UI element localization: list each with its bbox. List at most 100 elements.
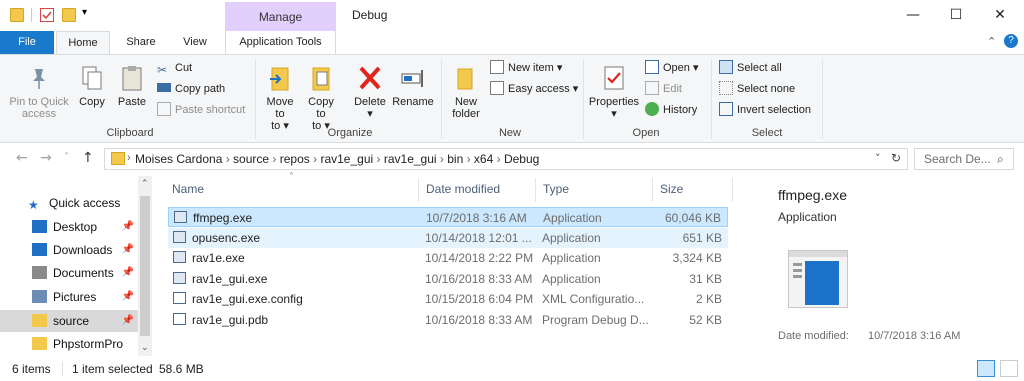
tab-application-tools[interactable]: Application Tools bbox=[225, 31, 336, 54]
tab-view[interactable]: View bbox=[170, 31, 220, 54]
large-icons-view-icon[interactable] bbox=[1000, 360, 1018, 377]
pin-icon[interactable]: 📌 bbox=[122, 239, 134, 261]
maximize-button[interactable]: ☐ bbox=[936, 4, 976, 26]
customize-toolbar-icon[interactable]: ▾ bbox=[82, 7, 96, 21]
sidebar-item-downloads[interactable]: Downloads 📌 bbox=[0, 239, 138, 261]
properties-button[interactable]: Properties ▾ bbox=[588, 63, 640, 120]
sidebar-item-source[interactable]: source 📌 bbox=[0, 310, 138, 332]
table-row[interactable]: rav1e_gui.exe 10/16/2018 8:33 AM Applicati… bbox=[168, 269, 728, 289]
breadcrumb-item[interactable]: Moises Cardona bbox=[135, 152, 222, 166]
pin-icon[interactable]: 📌 bbox=[122, 262, 134, 284]
cell-name: rav1e.exe bbox=[192, 251, 245, 266]
tab-file[interactable]: File bbox=[0, 31, 54, 54]
breadcrumb-item[interactable]: rav1e_gui bbox=[320, 152, 373, 166]
paste-icon bbox=[118, 63, 146, 93]
open-icon bbox=[645, 60, 659, 74]
scroll-up-icon[interactable]: ⌃ bbox=[141, 178, 149, 189]
chevron-right-icon[interactable]: › bbox=[269, 152, 280, 166]
breadcrumb-item[interactable]: repos bbox=[280, 152, 310, 166]
sidebar-item-documents[interactable]: Documents 📌 bbox=[0, 262, 138, 284]
details-view-icon[interactable] bbox=[977, 360, 995, 377]
column-date-modified[interactable]: Date modified bbox=[426, 182, 500, 196]
pin-icon[interactable]: 📌 bbox=[122, 216, 134, 238]
new-item-button[interactable]: New item ▾ bbox=[490, 59, 562, 77]
sort-ascending-icon: ˄ bbox=[289, 172, 294, 183]
chevron-right-icon[interactable]: › bbox=[437, 152, 448, 166]
cell-date: 10/14/2018 2:22 PM bbox=[425, 251, 534, 266]
search-input[interactable]: Search De... ⌕ bbox=[914, 148, 1014, 170]
chevron-right-icon[interactable]: › bbox=[493, 152, 504, 166]
collapse-ribbon-icon[interactable]: ⌃ bbox=[987, 35, 996, 48]
table-row[interactable]: rav1e.exe 10/14/2018 2:22 PM Application 3,… bbox=[168, 248, 728, 268]
up-icon[interactable]: ↑ bbox=[82, 150, 94, 166]
help-icon[interactable]: ? bbox=[1004, 34, 1018, 48]
select-none-button[interactable]: Select none bbox=[719, 80, 795, 98]
chevron-right-icon[interactable]: › bbox=[222, 152, 233, 166]
easy-access-icon bbox=[490, 81, 504, 95]
easy-access-button[interactable]: Easy access ▾ bbox=[490, 80, 578, 98]
pin-to-quick-access-button[interactable]: Pin to Quick access bbox=[4, 63, 74, 120]
column-name[interactable]: Name bbox=[172, 182, 204, 196]
sidebar-item-pictures[interactable]: Pictures 📌 bbox=[0, 286, 138, 308]
edit-icon bbox=[645, 81, 659, 95]
select-all-button[interactable]: Select all bbox=[719, 59, 782, 77]
cell-type: Application bbox=[542, 230, 601, 245]
breadcrumb-item[interactable]: bin bbox=[447, 152, 463, 166]
breadcrumb-item[interactable]: Debug bbox=[504, 152, 539, 166]
copy-to-button[interactable]: Copy to to ▾ bbox=[303, 63, 339, 132]
chevron-right-icon[interactable]: › bbox=[463, 152, 474, 166]
application-icon bbox=[174, 211, 187, 223]
pin-icon[interactable]: 📌 bbox=[122, 310, 134, 332]
sidebar-item-desktop[interactable]: Desktop 📌 bbox=[0, 216, 138, 238]
chevron-right-icon[interactable]: › bbox=[310, 152, 321, 166]
manage-context-tab[interactable]: Manage bbox=[225, 2, 336, 31]
paste-button[interactable]: Paste bbox=[114, 63, 150, 108]
delete-button[interactable]: Delete ▾ bbox=[350, 63, 390, 120]
back-icon[interactable]: ← bbox=[16, 150, 28, 166]
nav-scrollbar[interactable]: ⌃ ⌄ bbox=[138, 176, 152, 356]
divider bbox=[732, 178, 733, 202]
tab-share[interactable]: Share bbox=[116, 31, 166, 54]
tab-home[interactable]: Home bbox=[56, 31, 110, 54]
table-row[interactable]: opusenc.exe 10/14/2018 12:01 ... Applicati… bbox=[168, 227, 728, 248]
properties-icon[interactable] bbox=[40, 8, 54, 22]
refresh-icon[interactable]: ↻ bbox=[891, 151, 901, 165]
sidebar-item-phpstormpro[interactable]: PhpstormPro bbox=[0, 333, 138, 355]
address-bar[interactable]: › Moises Cardona › source › repos › rav1… bbox=[104, 148, 908, 170]
chevron-down-icon[interactable]: ˅ bbox=[875, 152, 881, 165]
properties-icon bbox=[600, 63, 628, 93]
scroll-thumb[interactable] bbox=[140, 196, 150, 336]
close-button[interactable]: ✕ bbox=[980, 4, 1020, 26]
table-row[interactable]: ffmpeg.exe 10/7/2018 3:16 AM Application 60… bbox=[168, 207, 728, 227]
chevron-right-icon[interactable]: › bbox=[373, 152, 384, 166]
breadcrumb-item[interactable]: x64 bbox=[474, 152, 493, 166]
pin-icon[interactable]: 📌 bbox=[122, 286, 134, 308]
search-icon: ⌕ bbox=[997, 152, 1004, 166]
cell-type: Application bbox=[543, 211, 602, 225]
table-row[interactable]: rav1e_gui.exe.config 10/15/2018 6:04 PM XM… bbox=[168, 289, 728, 309]
scroll-down-icon[interactable]: ⌄ bbox=[141, 342, 149, 353]
recent-locations-icon[interactable]: ˅ bbox=[64, 152, 69, 163]
open-button[interactable]: Open ▾ bbox=[645, 59, 699, 77]
breadcrumb-item[interactable]: source bbox=[233, 152, 269, 166]
delete-icon bbox=[356, 63, 384, 93]
new-folder-button[interactable]: New folder bbox=[446, 63, 486, 120]
column-type[interactable]: Type bbox=[543, 182, 569, 196]
invert-selection-button[interactable]: Invert selection bbox=[719, 101, 811, 119]
chevron-right-icon[interactable]: › bbox=[127, 152, 131, 164]
breadcrumb-item[interactable]: rav1e_gui bbox=[384, 152, 437, 166]
cut-button[interactable]: ✂ Cut bbox=[157, 59, 192, 77]
column-size[interactable]: Size bbox=[660, 182, 683, 196]
copy-button[interactable]: Copy bbox=[76, 63, 108, 108]
edit-button[interactable]: Edit bbox=[645, 80, 682, 98]
paste-shortcut-button[interactable]: Paste shortcut bbox=[157, 101, 245, 119]
new-folder-icon[interactable] bbox=[62, 8, 76, 22]
forward-icon[interactable]: → bbox=[40, 150, 52, 166]
history-button[interactable]: History bbox=[645, 101, 697, 119]
copy-path-button[interactable]: Copy path bbox=[157, 80, 225, 98]
table-row[interactable]: rav1e_gui.pdb 10/16/2018 8:33 AM Program D… bbox=[168, 310, 728, 330]
rename-button[interactable]: Rename bbox=[392, 63, 434, 108]
move-to-button[interactable]: Move to to ▾ bbox=[262, 63, 298, 132]
sidebar-item-quick-access[interactable]: ★ Quick access bbox=[0, 192, 138, 214]
minimize-button[interactable]: — bbox=[893, 4, 933, 26]
